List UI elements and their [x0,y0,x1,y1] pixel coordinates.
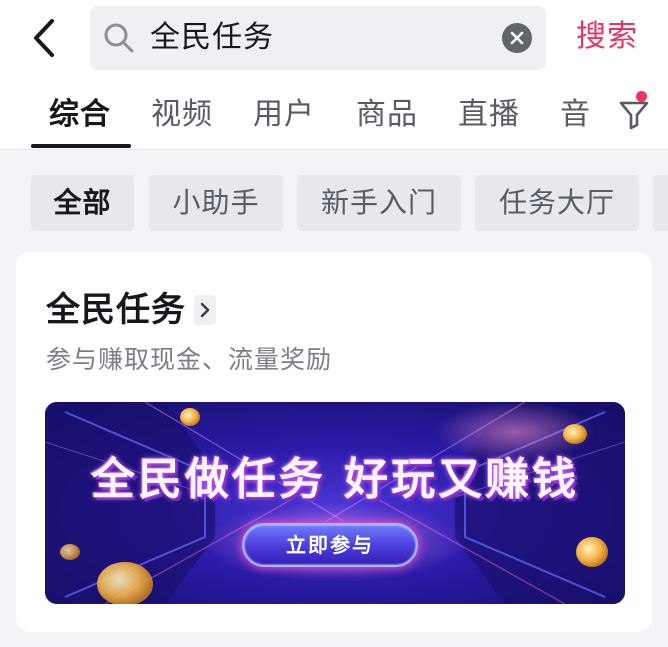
tab-products[interactable]: 商品 [356,96,418,134]
tab-comprehensive[interactable]: 综合 [49,96,111,134]
filter-icon[interactable] [614,94,654,134]
chevron-right-icon[interactable] [194,295,216,325]
tab-video[interactable]: 视频 [151,96,213,134]
banner-headline: 全民做任务 好玩又赚钱 [90,454,580,505]
tab-users[interactable]: 用户 [253,96,315,134]
join-now-button[interactable]: 立即参与 [242,523,418,567]
sub-filter-chips: 全部 小助手 新手入门 任务大厅 [0,150,668,246]
clear-search-button[interactable] [502,23,532,53]
active-tab-indicator [31,144,131,148]
search-icon [104,23,134,53]
search-query-text[interactable]: 全民任务 [150,20,274,56]
back-button[interactable] [22,16,66,60]
chip-task-hall[interactable]: 任务大厅 [475,175,639,231]
chip-assistant[interactable]: 小助手 [149,175,283,231]
notification-dot [636,91,647,102]
tab-live[interactable]: 直播 [458,96,520,134]
result-type-tabs: 综合 视频 用户 商品 直播 音 [0,82,668,150]
chevron-left-icon [34,19,54,57]
card-title-row[interactable]: 全民任务 [46,290,216,330]
tab-music[interactable]: 音 [560,96,591,134]
result-card[interactable]: 全民任务 参与赚取现金、流量奖励 全民做任务 好玩又赚钱 立即参与 [16,252,652,632]
search-submit-button[interactable]: 搜索 [576,19,638,55]
chip-all[interactable]: 全部 [31,175,134,231]
promo-banner[interactable]: 全民做任务 好玩又赚钱 立即参与 [45,402,625,604]
clear-icon [510,31,524,45]
search-input[interactable]: 全民任务 [90,6,546,70]
card-subtitle: 参与赚取现金、流量奖励 [46,345,333,374]
chip-beginner[interactable]: 新手入门 [297,175,461,231]
chip-overflow[interactable] [653,175,668,231]
search-header: 全民任务 搜索 [0,0,668,82]
card-title[interactable]: 全民任务 [46,290,186,330]
